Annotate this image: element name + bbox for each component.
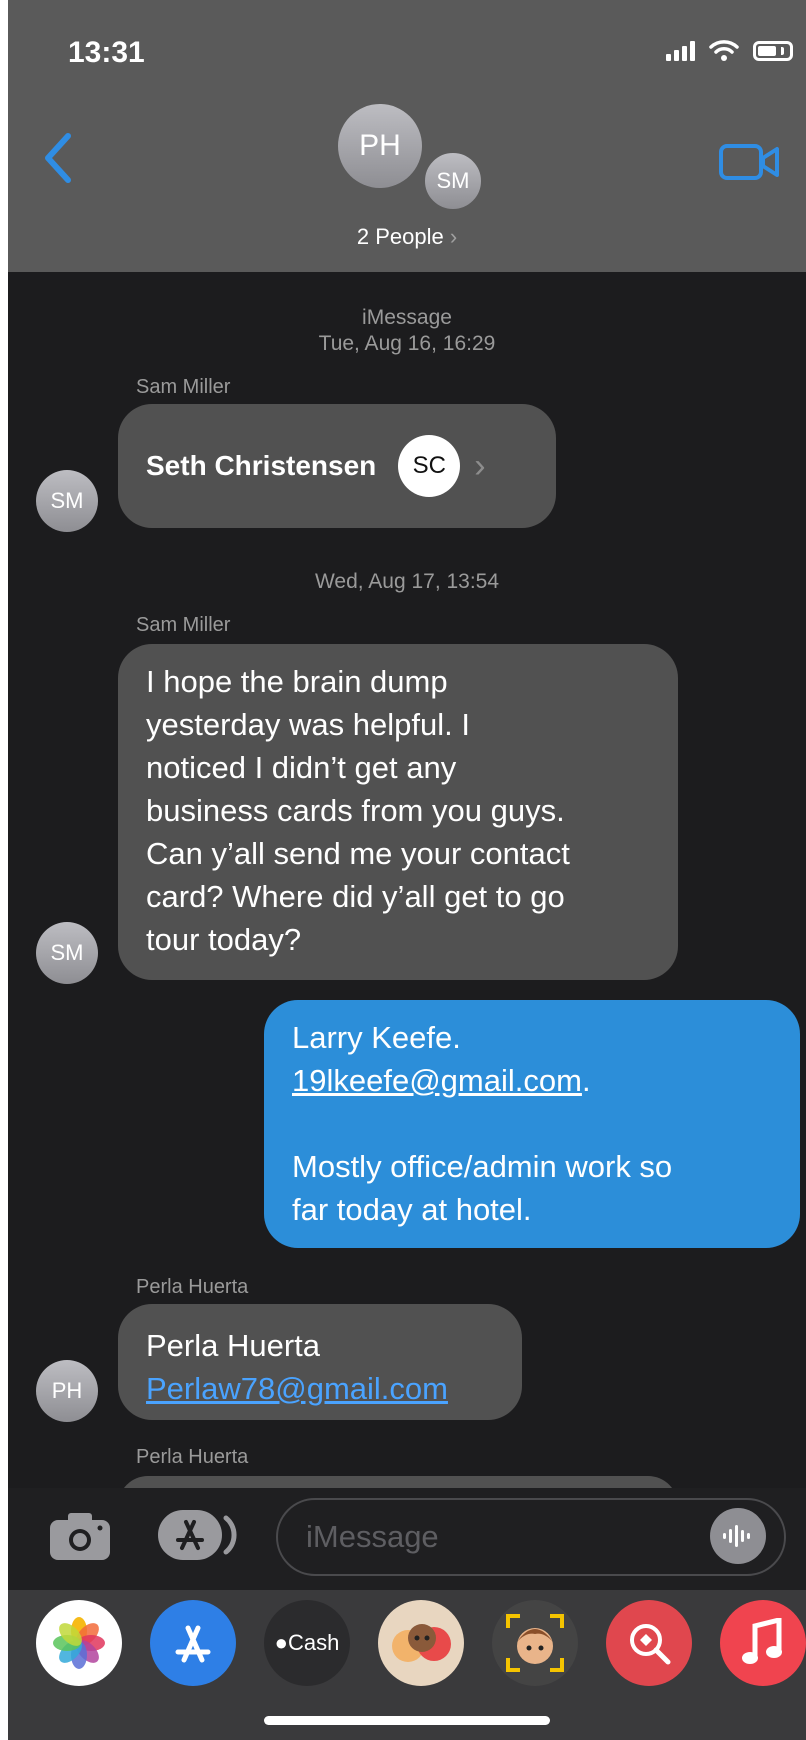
music-icon[interactable]: [720, 1600, 806, 1686]
chevron-right-icon: ›: [474, 446, 486, 485]
photos-flower-icon: [53, 1617, 105, 1669]
punctuation: .: [581, 1063, 591, 1098]
email-link[interactable]: 19lkeefe@gmail.com: [292, 1063, 582, 1098]
group-avatar-secondary[interactable]: SM: [422, 150, 484, 212]
message-line: noticed I didn’t get any: [146, 750, 457, 785]
home-indicator[interactable]: [264, 1716, 550, 1725]
waveform-icon: [723, 1525, 750, 1547]
facetime-video-icon[interactable]: [718, 140, 780, 184]
conversation-header: 13:31 PH SM 2 People ›: [8, 0, 806, 272]
message-line: I hope the brain dump: [146, 664, 448, 699]
message-bubble[interactable]: Perla Huerta Perlaw78@gmail.com: [118, 1304, 522, 1420]
chevron-right-icon: ›: [449, 224, 458, 249]
memoji-face-icon: [506, 1614, 564, 1672]
memoji-stickers-icon[interactable]: [378, 1600, 464, 1686]
messages-screen: 13:31 PH SM 2 People › iMessage Tue, Aug…: [8, 0, 806, 1740]
voice-message-button[interactable]: [710, 1508, 766, 1564]
sender-name: Sam Miller: [136, 376, 231, 398]
message-line: far today at hotel.: [292, 1192, 532, 1227]
status-icons: [666, 40, 793, 62]
message-bubble[interactable]: I hope the brain dump yesterday was help…: [118, 644, 678, 980]
avatar[interactable]: SM: [36, 470, 98, 532]
sender-name: Perla Huerta: [136, 1276, 249, 1298]
app-store-glyph-icon: [175, 1625, 211, 1663]
avatar[interactable]: SM: [36, 922, 98, 984]
group-people-button[interactable]: 2 People ›: [8, 224, 806, 250]
contact-avatar: SC: [398, 435, 461, 497]
people-count-label: 2 People: [356, 224, 444, 249]
compose-bar: [8, 1488, 806, 1590]
message-line: Can y’all send me your contact: [146, 836, 570, 871]
wifi-icon: [709, 40, 739, 61]
timestamp: Wed, Aug 17, 13:54: [314, 570, 500, 593]
status-time: 13:31: [68, 36, 145, 69]
message-line: tour today?: [146, 922, 302, 957]
app-drawer: ● Cash: [8, 1590, 806, 1740]
contact-name: Seth Christensen: [146, 450, 377, 481]
magnifier-icon: [630, 1624, 671, 1665]
email-link[interactable]: Perlaw78@gmail.com: [146, 1367, 494, 1410]
contact-card-bubble[interactable]: Seth Christensen SC ›: [118, 404, 556, 528]
apple-logo-icon: ●: [274, 1630, 288, 1655]
photos-icon[interactable]: [36, 1600, 122, 1686]
message-line: yesterday was helpful. I: [146, 707, 470, 742]
message-line: business cards from you guys.: [146, 793, 565, 828]
battery-icon: [753, 41, 793, 61]
memoji-faces-icon: [392, 1624, 451, 1662]
camera-icon[interactable]: [48, 1510, 112, 1562]
app-store-icon[interactable]: [150, 1600, 236, 1686]
message-line: Larry Keefe.: [292, 1020, 461, 1055]
timestamp: Tue, Aug 16, 16:29: [318, 332, 496, 355]
cellular-signal-icon: [666, 41, 695, 61]
service-label: iMessage: [362, 306, 452, 329]
app-store-apps-icon[interactable]: [156, 1506, 240, 1564]
message-line: card? Where did y’all get to go: [146, 879, 565, 914]
sender-name: Perla Huerta: [136, 1446, 249, 1468]
cash-label: Cash: [287, 1630, 340, 1655]
back-chevron-icon[interactable]: [38, 130, 78, 186]
group-avatar-primary[interactable]: PH: [338, 104, 422, 188]
image-search-icon[interactable]: [606, 1600, 692, 1686]
message-line: Perla Huerta: [146, 1328, 321, 1363]
memoji-icon[interactable]: [492, 1600, 578, 1686]
message-line: Mostly office/admin work so: [292, 1149, 673, 1184]
outgoing-message-bubble[interactable]: Larry Keefe. 19lkeefe@gmail.com. Mostly …: [264, 1000, 800, 1248]
apple-cash-icon[interactable]: ● Cash: [264, 1600, 350, 1686]
avatar[interactable]: PH: [36, 1360, 98, 1422]
music-note-icon: [742, 1618, 782, 1664]
sender-name: Sam Miller: [136, 614, 231, 636]
